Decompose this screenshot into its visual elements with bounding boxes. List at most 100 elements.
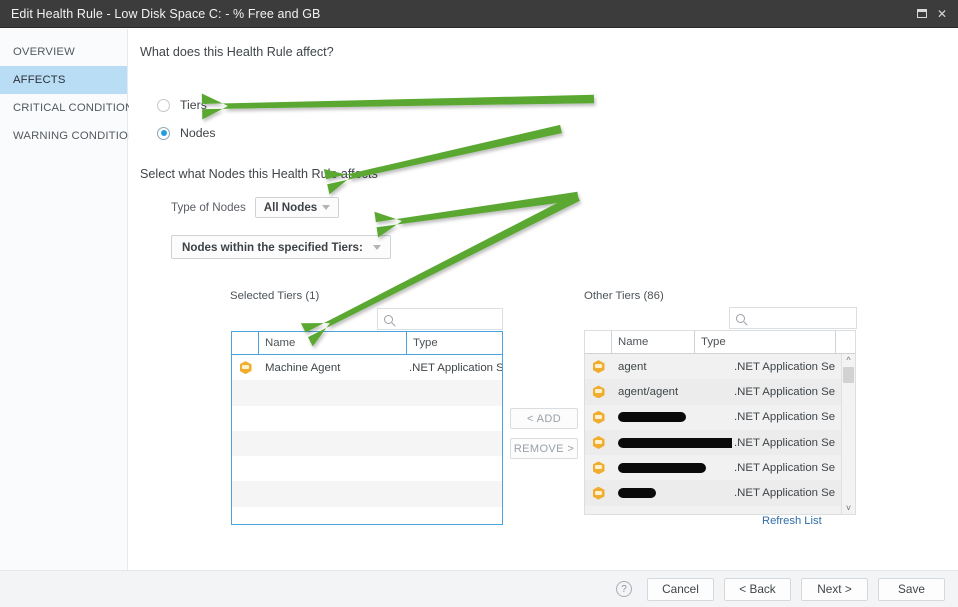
table-row [232,456,502,481]
table-header: Name Type [585,331,855,354]
table-row[interactable]: .NET Application Se [585,480,855,506]
tier-icon [592,461,605,475]
add-button[interactable]: < ADD [510,408,578,429]
radio-tiers-input[interactable] [157,98,170,112]
table-row [232,380,502,406]
column-header-icon [585,331,612,353]
table-row[interactable]: .NET Application Se [585,404,855,430]
selected-tiers-rows: Machine Agent .NET Application Se [232,355,502,524]
row-type-cell: .NET Application Se [734,411,836,424]
health-rule-dialog: Edit Health Rule - Low Disk Space C: - %… [0,0,958,607]
table-header: Name Type [232,332,502,355]
affects-sub-label: Select what Nodes this Health Rule affec… [140,167,378,181]
dialog-footer: ? Cancel < Back Next > Save [0,570,958,607]
scrollbar-thumb[interactable] [843,367,854,383]
type-of-nodes-row: Type of Nodes All Nodes [171,197,339,218]
row-icon-cell [585,486,612,500]
redacted-name [618,462,706,473]
scroll-up-icon[interactable]: ^ [846,354,850,366]
window-title: Edit Health Rule - Low Disk Space C: - %… [11,6,321,21]
table-row [232,481,502,507]
row-name-cell [612,488,732,499]
tier-icon [592,486,605,500]
node-scope-value: Nodes within the specified Tiers: [182,240,363,254]
row-type-cell: .NET Application Se [409,361,502,374]
radio-option-tiers[interactable]: Tiers [157,98,207,112]
sidebar-item-affects[interactable]: AFFECTS [0,66,127,94]
column-header-end [835,331,855,353]
radio-nodes-label: Nodes [180,126,216,140]
search-icon [384,314,393,324]
node-scope-select[interactable]: Nodes within the specified Tiers: [171,235,391,259]
type-of-nodes-select[interactable]: All Nodes [254,197,339,218]
other-tiers-search[interactable] [729,307,857,329]
row-type-cell: .NET Application Se [734,487,836,500]
other-tiers-scrollbar[interactable]: ^ ˅ [841,354,855,514]
redacted-name [618,488,656,499]
column-header-name[interactable]: Name [259,332,407,354]
row-type-cell: .NET Application Se [734,461,836,474]
scroll-down-icon[interactable]: ˅ [846,502,851,514]
sidebar-item-critical-condition[interactable]: CRITICAL CONDITION [0,94,133,122]
search-icon [736,313,745,323]
row-type-cell: .NET Application Se [734,360,836,373]
row-icon-cell [585,360,612,374]
sidebar-item-overview[interactable]: OVERVIEW [0,38,127,66]
table-row [232,406,502,431]
help-icon[interactable]: ? [616,581,632,597]
column-header-name[interactable]: Name [612,331,695,353]
chevron-down-icon [321,205,330,210]
restore-icon[interactable] [916,9,927,18]
row-name-cell [612,437,732,448]
row-name-cell [612,412,732,423]
type-of-nodes-label: Type of Nodes [171,201,246,214]
window-controls: ✕ [916,8,958,20]
table-row[interactable]: .NET Application Se [585,429,855,456]
selected-tiers-search[interactable] [377,308,503,330]
remove-button[interactable]: REMOVE > [510,438,578,459]
row-name-cell: agent/agent [618,385,679,398]
row-name-cell: agent [618,360,647,373]
table-row[interactable]: Machine Agent .NET Application Se [232,355,502,380]
selected-tiers-title: Selected Tiers (1) [230,290,320,302]
other-tiers-title: Other Tiers (86) [584,290,664,302]
radio-option-nodes[interactable]: Nodes [157,126,216,140]
other-tiers-table: Name Type agent .NET Application Se agent/… [584,330,856,515]
next-button[interactable]: Next > [801,577,868,601]
table-row [232,507,502,524]
tier-icon [592,410,605,424]
other-tiers-rows: agent .NET Application Se agent/agent .NET … [585,354,855,514]
row-type-cell: .NET Application Se [734,385,836,398]
redacted-name [618,412,686,423]
row-name-cell [612,462,732,473]
table-row [585,505,855,514]
affects-panel: What does this Health Rule affect? Tiers… [129,29,958,570]
row-icon-cell [585,461,612,475]
save-button[interactable]: Save [878,577,945,601]
table-row[interactable]: agent/agent .NET Application Se [585,379,855,405]
back-button[interactable]: < Back [724,577,791,601]
column-header-type[interactable]: Type [407,332,502,354]
row-icon-cell [585,436,612,450]
table-row[interactable]: agent .NET Application Se [585,354,855,380]
row-icon-cell [232,361,259,375]
cancel-button[interactable]: Cancel [647,577,714,601]
chevron-down-icon [373,244,381,250]
tier-icon [592,360,605,374]
column-header-type[interactable]: Type [695,331,835,353]
type-of-nodes-value: All Nodes [263,201,318,214]
refresh-list-link[interactable]: Refresh List [762,515,822,527]
transfer-buttons: < ADD REMOVE > [510,408,578,459]
wizard-sidebar: OVERVIEW AFFECTS CRITICAL CONDITION WARN… [0,29,136,607]
table-row [232,430,502,457]
table-row[interactable]: .NET Application Se [585,455,855,481]
row-icon-cell [585,385,612,399]
close-icon[interactable]: ✕ [937,8,947,20]
radio-nodes-input[interactable] [157,126,170,140]
tier-icon [592,385,605,399]
selected-tiers-table: Name Type Machine Agent .NET Application … [231,331,503,525]
redacted-name [618,437,732,448]
radio-tiers-label: Tiers [180,98,207,112]
sidebar-item-warning-condition[interactable]: WARNING CONDITION [0,122,136,150]
tier-icon [239,361,252,375]
